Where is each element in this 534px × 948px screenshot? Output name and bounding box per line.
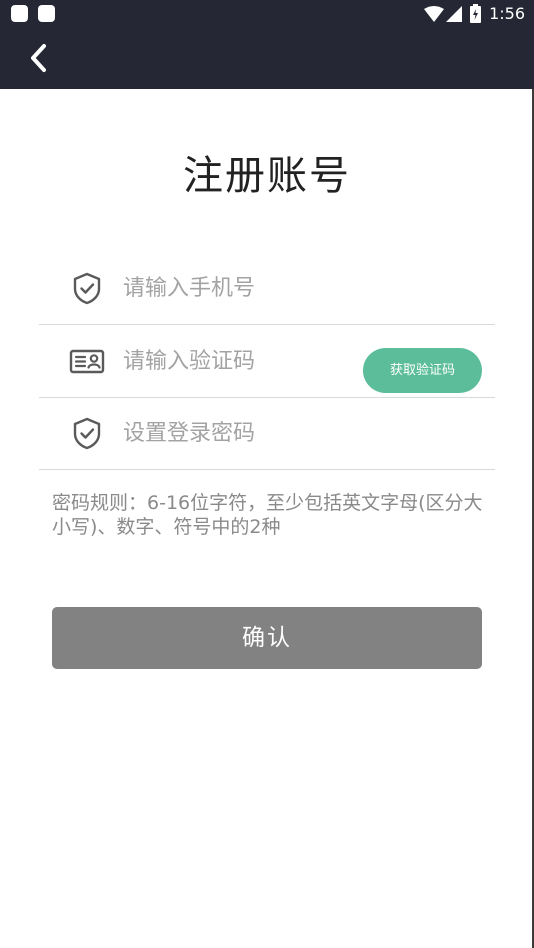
shield-check-icon [73, 272, 101, 305]
phone-input[interactable] [123, 270, 353, 306]
get-code-button[interactable]: 获取验证码 [363, 348, 482, 393]
back-button[interactable] [20, 38, 60, 78]
wifi-icon [424, 6, 444, 22]
page-title: 注册账号 [183, 153, 351, 199]
code-input[interactable] [123, 343, 323, 379]
battery-icon [470, 4, 481, 23]
password-field-row [39, 397, 495, 470]
phone-field-row [39, 252, 495, 325]
code-field-row: 获取验证码 [39, 325, 495, 398]
shield-check-icon [73, 417, 101, 450]
id-card-icon [69, 349, 105, 374]
status-time: 1:56 [489, 4, 525, 23]
confirm-button[interactable]: 确认 [52, 607, 482, 669]
chevron-left-icon [31, 44, 46, 72]
signal-icon [446, 6, 462, 22]
notification-square-icon [11, 5, 28, 22]
app-bar [0, 30, 534, 89]
password-input[interactable] [123, 415, 353, 451]
notification-square-icon [38, 5, 55, 22]
password-rule-hint: 密码规则：6-16位字符，至少包括英文字母(区分大小写)、数字、符号中的2种 [52, 492, 483, 538]
status-bar: 1:56 [0, 0, 534, 30]
